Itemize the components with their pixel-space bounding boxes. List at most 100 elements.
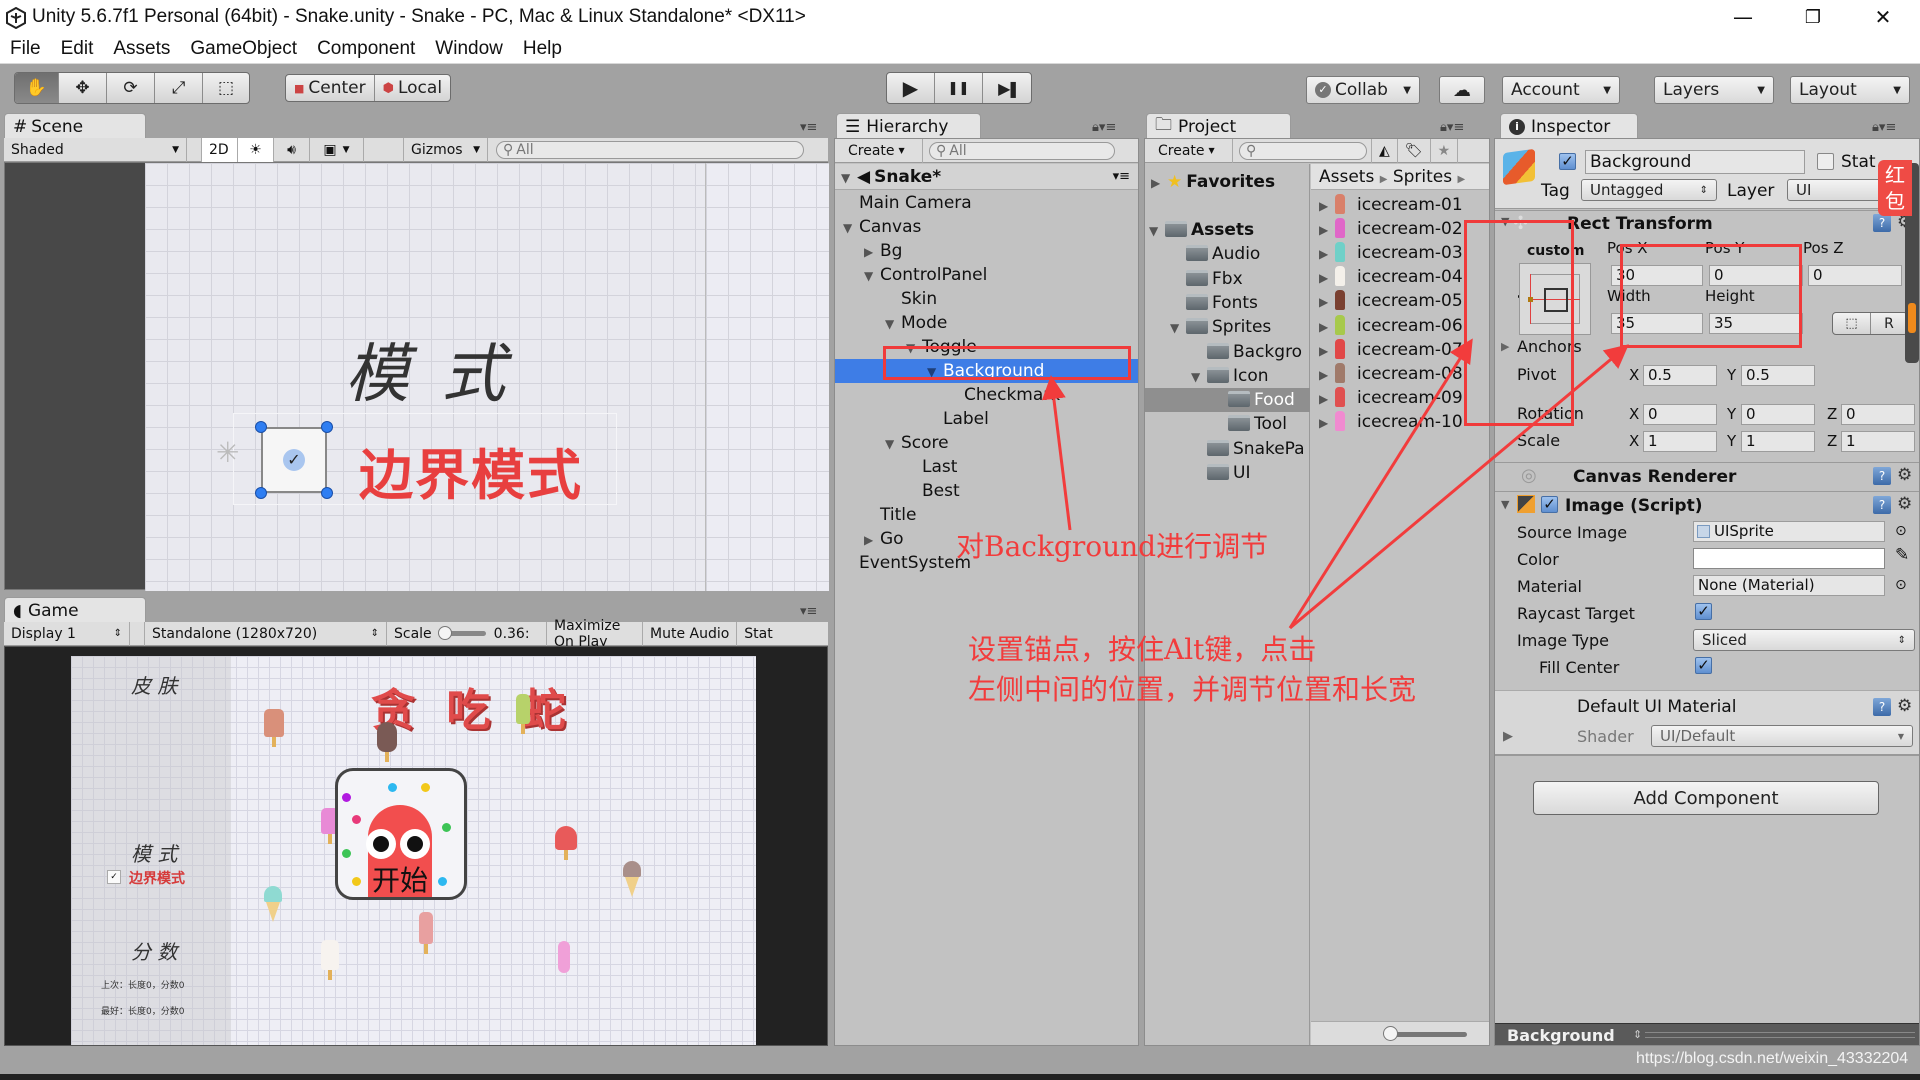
- pivot-center-button[interactable]: ■ Center: [286, 75, 375, 101]
- material-field[interactable]: None (Material): [1693, 575, 1885, 596]
- resize-handle-top-right[interactable]: [321, 421, 333, 433]
- breadcrumb-assets[interactable]: Assets: [1319, 167, 1374, 187]
- expand-arrow-icon[interactable]: ▼: [885, 432, 901, 456]
- game-view[interactable]: 皮 肤 模 式 ✓ 边界模式 分 数 上次：长度0，分数0 最好：长度0，分数0…: [4, 646, 828, 1046]
- project-folder-item[interactable]: ▼ Sprites: [1145, 315, 1310, 339]
- help-icon[interactable]: ?: [1873, 698, 1891, 716]
- project-file-item[interactable]: ▶ icecream-06: [1311, 314, 1489, 338]
- hierarchy-item[interactable]: ▼ Score: [835, 431, 1138, 455]
- object-picker-icon[interactable]: ⊙: [1895, 577, 1907, 593]
- gear-icon[interactable]: ⚙: [1897, 465, 1912, 485]
- preview-drag-handle[interactable]: [1645, 1032, 1915, 1038]
- hierarchy-item[interactable]: Title: [835, 503, 1138, 527]
- project-file-item[interactable]: ▶ icecream-08: [1311, 362, 1489, 386]
- filter-type-button[interactable]: ◭: [1371, 138, 1398, 163]
- expand-arrow-icon[interactable]: ▼: [885, 312, 901, 336]
- project-folder-item[interactable]: Backgro: [1145, 340, 1310, 364]
- expand-arrow-icon[interactable]: ▶: [1319, 218, 1335, 242]
- collab-dropdown[interactable]: ✓ Collab ▼: [1306, 76, 1420, 104]
- red-packet-badge[interactable]: 红包: [1878, 160, 1912, 216]
- expand-arrow-icon[interactable]: ▼: [864, 264, 880, 288]
- project-folder-item[interactable]: Audio: [1145, 242, 1310, 266]
- expand-arrow-icon[interactable]: ▶: [1319, 194, 1335, 218]
- resize-handle-top-left[interactable]: [255, 421, 267, 433]
- mute-audio-toggle[interactable]: Mute Audio: [643, 621, 738, 646]
- lock-menu-icon[interactable]: 🔒︎▾≡: [1440, 120, 1464, 135]
- shader-dropdown[interactable]: UI/Default ▼: [1651, 725, 1913, 747]
- expand-arrow-icon[interactable]: ▶: [1319, 315, 1335, 339]
- expand-arrow-icon[interactable]: ▶: [1319, 266, 1335, 290]
- preview-label[interactable]: Background: [1507, 1026, 1615, 1045]
- pivot-y-field[interactable]: 0.5: [1741, 365, 1815, 386]
- breadcrumb-sprites[interactable]: Sprites: [1393, 167, 1452, 187]
- menu-help[interactable]: Help: [513, 37, 572, 63]
- tag-dropdown[interactable]: Untagged ⇕: [1581, 179, 1717, 201]
- project-search-input[interactable]: ⚲: [1239, 141, 1367, 160]
- 2d-toggle[interactable]: 2D: [202, 137, 238, 162]
- hierarchy-item[interactable]: ▼ ControlPanel: [835, 263, 1138, 287]
- object-name-field[interactable]: Background: [1585, 150, 1805, 174]
- game-toggle-checkbox[interactable]: ✓: [107, 870, 121, 884]
- scrollbar-thumb[interactable]: [1908, 303, 1916, 333]
- scale-slider-thumb[interactable]: [437, 626, 452, 640]
- project-folder-item[interactable]: ▼ Assets: [1145, 218, 1310, 242]
- expand-arrow-icon[interactable]: ▶: [1319, 387, 1335, 411]
- resolution-dropdown[interactable]: Standalone (1280x720) ⇕: [145, 621, 387, 646]
- lighting-toggle[interactable]: ☀: [238, 137, 274, 162]
- raw-edit-button[interactable]: R: [1871, 313, 1907, 334]
- scale-x-field[interactable]: 1: [1643, 431, 1717, 452]
- lock-menu-icon[interactable]: 🔒︎▾≡: [1092, 120, 1116, 135]
- expand-arrow-icon[interactable]: ▶: [864, 528, 880, 552]
- source-image-field[interactable]: UISprite: [1693, 521, 1885, 542]
- project-folder-item[interactable]: Tool: [1145, 412, 1310, 436]
- raycast-target-checkbox[interactable]: ✓: [1695, 603, 1712, 620]
- project-file-item[interactable]: ▶ icecream-05: [1311, 289, 1489, 313]
- resize-handle-bottom-right[interactable]: [321, 487, 333, 499]
- hand-tool-button[interactable]: ✋: [15, 73, 59, 103]
- object-picker-icon[interactable]: ⊙: [1895, 523, 1907, 539]
- pos-z-field[interactable]: 0: [1808, 265, 1902, 286]
- help-icon[interactable]: ?: [1873, 496, 1891, 514]
- hierarchy-item[interactable]: Best: [835, 479, 1138, 503]
- start-button[interactable]: 开始: [335, 768, 467, 900]
- project-folder-item[interactable]: Fbx: [1145, 267, 1310, 291]
- expand-arrow-icon[interactable]: ▶: [1319, 242, 1335, 266]
- scale-slider[interactable]: [437, 626, 486, 640]
- eyedropper-icon[interactable]: ✎: [1895, 545, 1909, 565]
- gear-icon[interactable]: ⚙: [1897, 696, 1912, 716]
- scene-root-row[interactable]: ▼ ◀ Snake* ▾≡: [835, 164, 1138, 190]
- toggle-background-box[interactable]: ✓: [261, 427, 327, 493]
- pivot-x-field[interactable]: 0.5: [1643, 365, 1717, 386]
- scale-z-field[interactable]: 1: [1841, 431, 1915, 452]
- image-script-header[interactable]: ▼ ✓ Image (Script) ? ⚙: [1495, 491, 1919, 519]
- color-field[interactable]: [1693, 548, 1885, 569]
- project-file-item[interactable]: ▶ icecream-10: [1311, 410, 1489, 434]
- lock-menu-icon[interactable]: 🔒︎▾≡: [1872, 120, 1896, 135]
- cloud-button[interactable]: ☁: [1439, 76, 1485, 104]
- image-enabled-checkbox[interactable]: ✓: [1541, 496, 1558, 513]
- hierarchy-item[interactable]: Main Camera: [835, 191, 1138, 215]
- step-button[interactable]: ▶❚: [983, 73, 1031, 103]
- hierarchy-item[interactable]: Checkmark: [835, 383, 1138, 407]
- scene-menu-icon[interactable]: ▾≡: [1113, 164, 1130, 190]
- menu-file[interactable]: File: [0, 37, 51, 63]
- image-type-dropdown[interactable]: Sliced ⇕: [1693, 629, 1915, 651]
- play-button[interactable]: ▶: [887, 73, 935, 103]
- canvas-renderer-header[interactable]: ◎ Canvas Renderer ? ⚙: [1495, 462, 1919, 490]
- active-checkbox[interactable]: ✓: [1559, 153, 1576, 170]
- pivot-local-button[interactable]: ⬢ Local: [375, 75, 450, 101]
- gear-icon[interactable]: ⚙: [1897, 494, 1912, 514]
- close-button[interactable]: ✕: [1856, 0, 1910, 34]
- expand-arrow-icon[interactable]: ▶: [1503, 729, 1513, 744]
- rotate-tool-button[interactable]: ⟳: [107, 73, 155, 103]
- favorites-row[interactable]: ▶ ★ Favorites: [1145, 170, 1309, 194]
- rotation-z-field[interactable]: 0: [1841, 404, 1915, 425]
- help-icon[interactable]: ?: [1873, 467, 1891, 485]
- expand-arrow-icon[interactable]: ▶: [1319, 411, 1335, 435]
- expand-arrow-icon[interactable]: ▼: [1170, 316, 1186, 340]
- menu-gameobject[interactable]: GameObject: [180, 37, 307, 63]
- menu-component[interactable]: Component: [307, 37, 425, 63]
- tab-hierarchy[interactable]: ☰ Hierarchy: [836, 113, 981, 139]
- shading-dropdown[interactable]: Shaded ▼: [4, 137, 187, 162]
- expand-arrow-icon[interactable]: ▶: [1319, 363, 1335, 387]
